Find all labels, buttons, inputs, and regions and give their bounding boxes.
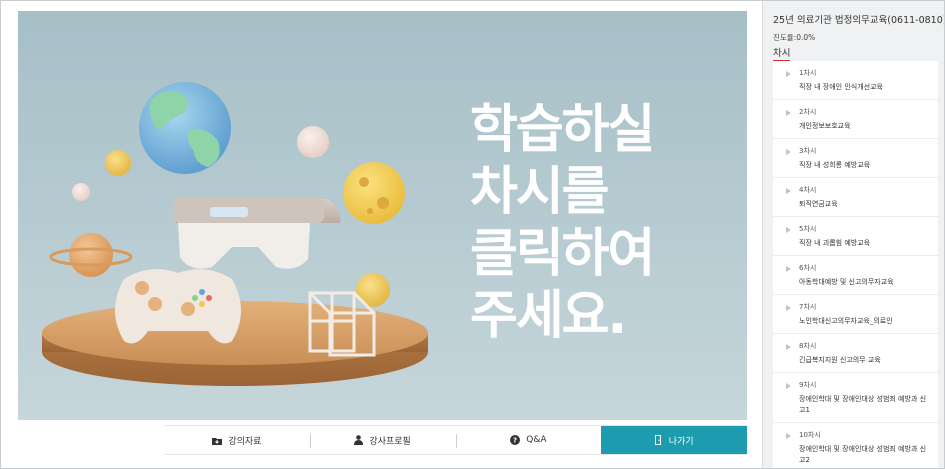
lesson-number: 1차시 <box>799 69 817 77</box>
lesson-item[interactable]: 8차시긴급복지지원 신고의무 교육 <box>773 334 938 373</box>
play-triangle-icon <box>786 383 791 389</box>
lesson-item[interactable]: 1차시직장 내 장애인 인식개선교육 <box>773 61 938 100</box>
play-triangle-icon <box>786 188 791 194</box>
lesson-number: 5차시 <box>799 225 817 233</box>
lesson-title: 긴급복지지원 신고의무 교육 <box>799 356 881 364</box>
play-triangle-icon <box>786 71 791 77</box>
play-triangle-icon <box>786 110 791 116</box>
lesson-title: 노인학대신고의무자교육_의료인 <box>799 317 893 325</box>
headline-line: 차시를 <box>470 162 610 222</box>
headline-line: 클릭하여 <box>470 224 655 284</box>
lesson-item[interactable]: 2차시개인정보보호교육 <box>773 100 938 139</box>
lesson-title: 아동학대예방 및 신고의무자교육 <box>799 278 894 286</box>
lesson-number: 9차시 <box>799 381 817 389</box>
instructor-profile-label: 강사프로필 <box>369 436 411 447</box>
play-triangle-icon <box>786 344 791 350</box>
lesson-sidebar: 25년 의료기관 법정의무교육(0611-0810) 진도율:0.0% 차시 1… <box>762 1 945 468</box>
play-triangle-icon <box>786 433 791 439</box>
play-triangle-icon <box>786 305 791 311</box>
lesson-item[interactable]: 7차시노인학대신고의무자교육_의료인 <box>773 295 938 334</box>
lesson-title: 직장 내 성희롱 예방교육 <box>799 161 871 169</box>
section-label: 차시 <box>773 45 791 62</box>
door-exit-icon <box>654 435 663 445</box>
exit-label: 나가기 <box>668 436 694 447</box>
folder-download-icon <box>212 436 223 445</box>
exit-button[interactable]: 나가기 <box>601 426 747 454</box>
svg-text:?: ? <box>513 437 517 445</box>
lesson-number: 4차시 <box>799 186 817 194</box>
lesson-title: 퇴직연금교육 <box>799 200 838 208</box>
play-triangle-icon <box>786 227 791 233</box>
qa-button[interactable]: ? Q&A <box>455 426 602 454</box>
video-player[interactable]: 학습하실 차시를 클릭하여 주세요. <box>18 11 747 420</box>
headline-line: 학습하실 <box>470 100 655 160</box>
headline-line: 주세요. <box>470 286 627 346</box>
player-button-bar: 강의자료 강사프로필 ? Q&A 나가기 <box>164 425 747 455</box>
lesson-number: 8차시 <box>799 342 817 350</box>
course-title: 25년 의료기관 법정의무교육(0611-0810) <box>773 15 945 26</box>
progress-text: 진도율:0.0% <box>773 32 815 43</box>
lesson-number: 2차시 <box>799 108 817 116</box>
player-headline: 학습하실 차시를 클릭하여 주세요. <box>470 99 720 347</box>
progress-value: 0.0% <box>796 33 816 42</box>
lesson-list[interactable]: 1차시직장 내 장애인 인식개선교육 2차시개인정보보호교육 3차시직장 내 성… <box>773 61 938 468</box>
play-triangle-icon <box>786 266 791 272</box>
lesson-number: 6차시 <box>799 264 817 272</box>
window-frame: 학습하실 차시를 클릭하여 주세요. 강의자료 강사프로필 ? Q&A 나가기 … <box>0 0 945 469</box>
lesson-item[interactable]: 5차시직장 내 괴롭힘 예방교육 <box>773 217 938 256</box>
lesson-item[interactable]: 3차시직장 내 성희롱 예방교육 <box>773 139 938 178</box>
progress-label: 진도율: <box>773 33 797 42</box>
instructor-profile-button[interactable]: 강사프로필 <box>309 426 456 454</box>
lecture-materials-label: 강의자료 <box>228 436 262 447</box>
lesson-number: 7차시 <box>799 303 817 311</box>
lesson-title: 직장 내 장애인 인식개선교육 <box>799 83 883 91</box>
lesson-number: 10차시 <box>799 431 821 439</box>
lesson-item[interactable]: 9차시장애인학대 및 장애인대상 성범죄 예방과 신고1 <box>773 373 938 423</box>
lesson-title: 장애인학대 및 장애인대상 성범죄 예방과 신고2 <box>799 445 927 464</box>
play-triangle-icon <box>786 149 791 155</box>
lesson-title: 장애인학대 및 장애인대상 성범죄 예방과 신고1 <box>799 395 927 414</box>
question-circle-icon: ? <box>510 435 521 445</box>
lesson-title: 직장 내 괴롭힘 예방교육 <box>799 239 871 247</box>
lesson-item[interactable]: 6차시아동학대예방 및 신고의무자교육 <box>773 256 938 295</box>
lesson-item[interactable]: 4차시퇴직연금교육 <box>773 178 938 217</box>
lecture-materials-button[interactable]: 강의자료 <box>164 426 310 454</box>
qa-label: Q&A <box>526 435 547 445</box>
person-icon <box>354 435 364 445</box>
lesson-item[interactable]: 10차시장애인학대 및 장애인대상 성범죄 예방과 신고2 <box>773 423 938 468</box>
lesson-title: 개인정보보호교육 <box>799 122 851 130</box>
lesson-number: 3차시 <box>799 147 817 155</box>
